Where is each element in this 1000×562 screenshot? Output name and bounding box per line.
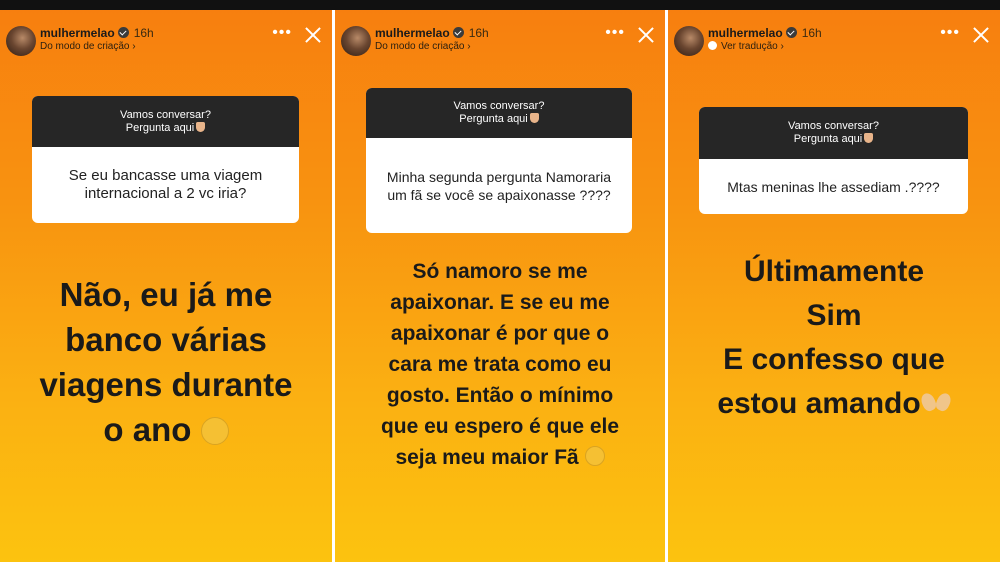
answer-line: apaixonar. E se eu me [390,291,610,314]
answer-text: Últimamente Sim E confesso que estou ama… [668,250,1000,426]
post-time: 16h [468,26,489,40]
answer-line: seja meu maior Fã [395,446,579,469]
pointing-down-emoji-icon [529,113,539,123]
username[interactable]: mulhermelao 16h [40,26,154,40]
answer-line: Não, eu já me [59,276,273,313]
story-header: mulhermelao 16h Do modo de criação › ••• [6,24,326,66]
more-dots-icon[interactable]: ••• [605,25,625,41]
more-dots-icon[interactable]: ••• [940,25,960,41]
close-icon[interactable] [302,24,324,46]
question-header-title: Vamos conversar? [120,108,211,121]
pointing-down-emoji-icon [196,121,206,132]
question-sticker: Vamos conversar? Pergunta aqui Minha seg… [366,88,632,233]
question-header-sub: Pergunta aqui [793,133,863,145]
username[interactable]: mulhermelao 16h [708,26,822,40]
verified-badge-icon [452,27,464,38]
avatar[interactable] [6,26,36,56]
answer-line: que eu espero é que ele [380,415,620,438]
answer-text: Não, eu já me banco várias viagens duran… [0,272,332,452]
pointing-down-emoji-icon [864,133,874,143]
answer-line: estou amando [717,387,921,420]
answer-line: gosto. Então o mínimo [386,384,614,407]
close-icon[interactable] [970,24,992,46]
verified-badge-icon [785,27,797,38]
question-sticker: Vamos conversar? Pergunta aqui Mtas meni… [699,107,968,214]
subtitle-text[interactable]: Do modo de criação [375,41,465,52]
avatar[interactable] [674,26,704,56]
question-header-sub: Pergunta aqui [459,113,528,125]
story-header: mulhermelao 16h Do modo de criação › ••• [341,24,659,66]
answer-line: Últimamente [743,255,925,288]
avatar[interactable] [341,26,371,56]
answer-line: Só namoro se me [412,260,588,283]
question-header-sub: Pergunta aqui [125,121,195,134]
answer-line: apaixonar é por que o [390,322,610,345]
smirk-emoji-icon [200,417,229,445]
answer-line: cara me trata como eu [388,353,612,376]
question-header: Vamos conversar? Pergunta aqui [32,96,299,147]
subtitle-text[interactable]: Do modo de criação [40,41,130,52]
heart-hands-emoji-icon [921,391,951,413]
answer-line: E confesso que [723,343,945,376]
story-panel-3: mulhermelao 16h Ver tradução › ••• Vamos … [668,10,1000,562]
answer-line: Sim [806,299,862,332]
story-panel-1: mulhermelao 16h Do modo de criação › ••• … [0,10,332,562]
question-text: Se eu bancasse uma viagem internacional … [68,167,263,202]
smirk-emoji-icon [584,446,605,466]
answer-line: viagens durante [39,366,293,403]
question-header: Vamos conversar? Pergunta aqui [366,88,632,138]
story-subtitle-link[interactable]: Do modo de criação › [40,41,136,52]
translate-link[interactable]: Ver tradução › [708,41,784,52]
verified-badge-icon [117,27,129,38]
question-text: Mtas meninas lhe assediam .???? [727,178,940,195]
post-time: 16h [133,26,154,40]
post-time: 16h [801,26,822,40]
question-text: Minha segunda pergunta Namoraria um fã s… [386,168,612,203]
username-text[interactable]: mulhermelao [708,26,783,40]
question-header-title: Vamos conversar? [453,100,545,112]
answer-text: Só namoro se me apaixonar. E se eu me ap… [335,256,665,473]
story-header: mulhermelao 16h Ver tradução › ••• [674,24,994,66]
story-subtitle-link[interactable]: Do modo de criação › [375,41,471,52]
answer-line: banco várias [65,321,267,358]
close-icon[interactable] [635,24,657,46]
question-header-title: Vamos conversar? [788,120,879,132]
subtitle-text[interactable]: Ver tradução [721,41,778,52]
answer-line: o ano [103,411,192,448]
username-text[interactable]: mulhermelao [40,26,115,40]
more-dots-icon[interactable]: ••• [272,25,292,41]
story-panel-2: mulhermelao 16h Do modo de criação › ••• … [335,10,665,562]
globe-icon [708,41,717,50]
question-sticker: Vamos conversar? Pergunta aqui Se eu ban… [32,96,299,223]
username-text[interactable]: mulhermelao [375,26,450,40]
top-black-bar [0,0,1000,10]
username[interactable]: mulhermelao 16h [375,26,489,40]
question-header: Vamos conversar? Pergunta aqui [699,107,968,159]
